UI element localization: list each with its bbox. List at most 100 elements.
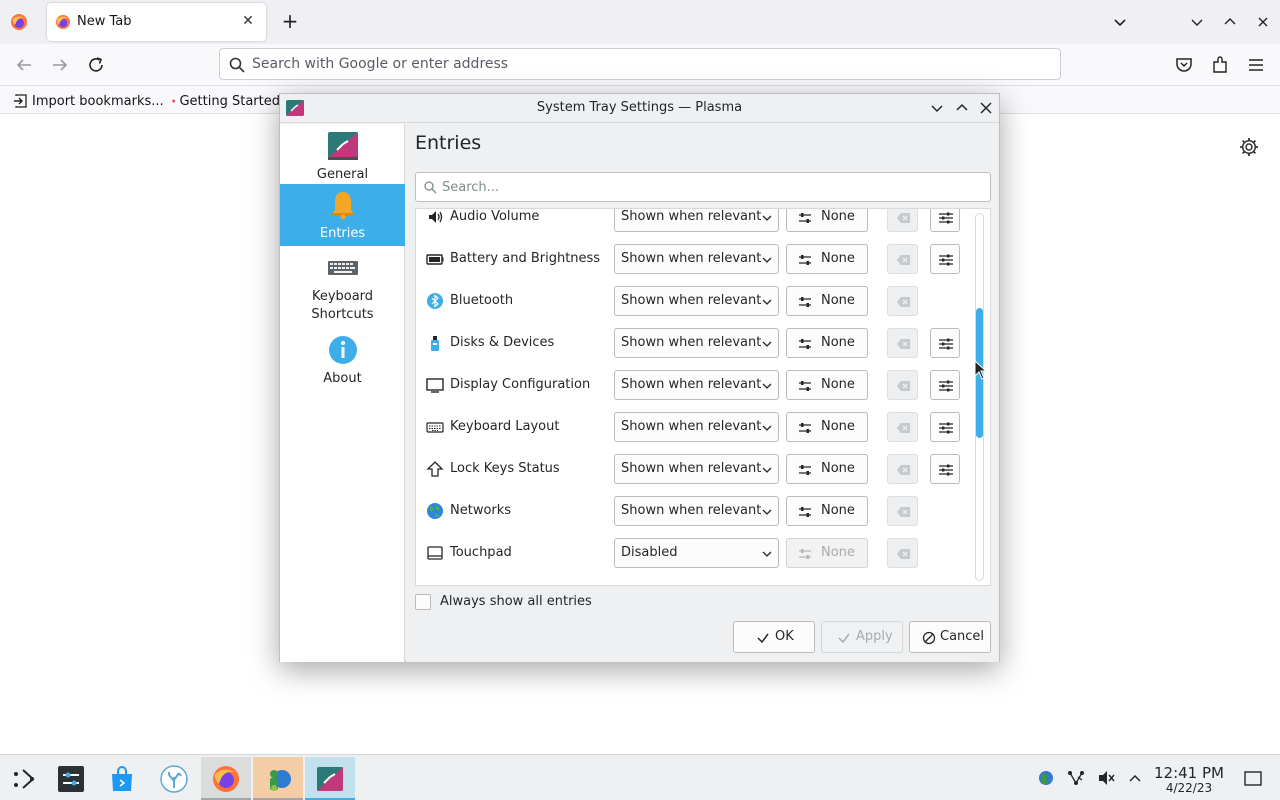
visibility-combobox[interactable]: Shown when relevant <box>614 286 779 316</box>
entry-name: Audio Volume <box>450 209 540 224</box>
clock-time[interactable]: 12:41 PM <box>1150 764 1228 782</box>
configure-entry-button[interactable] <box>930 412 960 442</box>
entries-page: Entries Audio VolumeShown when relevantN… <box>406 124 999 662</box>
visibility-combobox[interactable]: Shown when relevant <box>614 496 779 526</box>
clock-date[interactable]: 4/22/23 <box>1150 781 1228 795</box>
shortcut-value: None <box>821 209 855 224</box>
bookmark-import[interactable]: Import bookmarks... <box>12 91 164 111</box>
visibility-value: Shown when relevant <box>621 503 762 518</box>
shortcut-button[interactable]: None <box>786 286 868 316</box>
bookmark-getting-started[interactable]: Getting Started <box>172 91 280 111</box>
sidebar-item-entries[interactable]: Entries <box>280 184 405 246</box>
window-close-icon[interactable] <box>1253 12 1273 32</box>
maximize-icon[interactable] <box>953 99 971 117</box>
shortcut-button[interactable]: None <box>786 454 868 484</box>
backspace-clear-icon <box>897 255 910 265</box>
shortcut-button[interactable]: None <box>786 244 868 274</box>
visibility-combobox[interactable]: Shown when relevant <box>614 328 779 358</box>
info-icon <box>328 336 357 364</box>
entries-search-field[interactable] <box>415 172 991 202</box>
visibility-combobox[interactable]: Shown when relevant <box>614 209 779 232</box>
tray-expand-arrow-icon[interactable] <box>1125 768 1145 788</box>
task-system-tray-settings[interactable] <box>305 757 355 800</box>
clear-shortcut-button[interactable] <box>887 412 918 442</box>
sidebar-item-about[interactable]: About <box>280 330 405 390</box>
clear-shortcut-button[interactable] <box>887 496 918 526</box>
visibility-combobox[interactable]: Disabled <box>614 538 779 568</box>
shortcut-button[interactable]: None <box>786 328 868 358</box>
shortcut-button[interactable]: None <box>786 412 868 442</box>
address-input[interactable] <box>252 53 1042 75</box>
hamburger-menu-icon[interactable] <box>1245 54 1267 76</box>
configure-entry-button[interactable] <box>930 454 960 484</box>
list-all-tabs-icon[interactable] <box>1110 12 1130 32</box>
task-system-settings[interactable] <box>46 757 96 800</box>
update-notifier-icon[interactable] <box>1036 768 1056 788</box>
sidebar-item-general[interactable]: General <box>280 126 405 184</box>
shortcut-button[interactable]: None <box>786 370 868 400</box>
extensions-icon[interactable] <box>1209 54 1231 76</box>
visibility-combobox[interactable]: Shown when relevant <box>614 412 779 442</box>
visibility-combobox[interactable]: Shown when relevant <box>614 370 779 400</box>
pocket-icon[interactable] <box>1173 54 1195 76</box>
cancel-button[interactable]: Cancel <box>909 621 991 653</box>
tab-close-icon[interactable]: ✕ <box>238 11 258 31</box>
sidebar-item-keyboard-shortcuts[interactable]: Keyboard Shortcuts <box>280 248 405 328</box>
task-app-users[interactable] <box>253 757 303 800</box>
entry-row: Bluetooth Shown when relevant None <box>416 280 968 322</box>
configure-entry-button[interactable] <box>930 209 960 232</box>
clear-shortcut-button[interactable] <box>887 454 918 484</box>
new-tab-button[interactable]: + <box>279 11 301 33</box>
shortcut-sliders-icon <box>799 213 811 223</box>
audio-muted-icon[interactable] <box>1096 768 1116 788</box>
bookmark-label: Getting Started <box>179 93 280 109</box>
shortcut-sliders-icon <box>799 255 811 265</box>
network-tray-icon[interactable] <box>1066 768 1086 788</box>
visibility-combobox[interactable]: Shown when relevant <box>614 454 779 484</box>
visibility-combobox[interactable]: Shown when relevant <box>614 244 779 274</box>
minimize-icon[interactable] <box>928 99 946 117</box>
gear-icon[interactable] <box>1238 136 1260 158</box>
shortcut-button[interactable]: None <box>786 496 868 526</box>
task-firefox[interactable] <box>201 757 251 800</box>
dialog-titlebar[interactable]: System Tray Settings — Plasma <box>280 94 999 123</box>
entry-name: Lock Keys Status <box>450 461 560 476</box>
clear-shortcut-button[interactable] <box>887 370 918 400</box>
application-launcher[interactable] <box>0 757 50 800</box>
clear-shortcut-button[interactable] <box>887 244 918 274</box>
shortcut-button[interactable]: None <box>786 209 868 232</box>
address-bar[interactable] <box>219 48 1061 80</box>
clear-shortcut-button[interactable] <box>887 328 918 358</box>
clear-shortcut-button[interactable] <box>887 286 918 316</box>
configure-entry-button[interactable] <box>930 370 960 400</box>
backspace-clear-icon <box>897 465 910 475</box>
tab-new-tab[interactable]: New Tab ✕ <box>47 3 266 41</box>
apply-button[interactable]: Apply <box>821 621 903 653</box>
sidebar-label: About <box>323 371 362 386</box>
chevron-down-icon <box>762 299 772 305</box>
task-discover[interactable] <box>97 757 147 800</box>
back-arrow-icon[interactable] <box>13 54 35 76</box>
window-maximize-icon[interactable] <box>1220 12 1240 32</box>
shortcut-button[interactable]: None <box>786 538 868 568</box>
clear-shortcut-button[interactable] <box>887 209 918 232</box>
firefox-view-icon[interactable] <box>10 13 28 31</box>
show-desktop-icon[interactable] <box>1243 768 1263 788</box>
shortcut-value: None <box>821 335 855 350</box>
task-app-coral[interactable] <box>149 757 199 800</box>
sidebar-label: Entries <box>319 226 366 241</box>
forward-arrow-icon[interactable] <box>49 54 71 76</box>
configure-entry-button[interactable] <box>930 244 960 274</box>
configure-entry-button[interactable] <box>930 328 960 358</box>
reload-icon[interactable] <box>85 54 107 76</box>
close-icon[interactable] <box>977 99 995 117</box>
ok-button[interactable]: OK <box>733 621 815 653</box>
visibility-value: Shown when relevant <box>621 251 762 266</box>
window-minimize-icon[interactable] <box>1187 12 1207 32</box>
checkbox-label: Always show all entries <box>440 594 592 609</box>
clear-shortcut-button[interactable] <box>887 538 918 568</box>
search-input[interactable] <box>442 178 982 196</box>
shortcut-value: None <box>821 545 855 560</box>
touchpad-icon <box>427 546 443 560</box>
checkbox-box[interactable] <box>415 594 431 610</box>
